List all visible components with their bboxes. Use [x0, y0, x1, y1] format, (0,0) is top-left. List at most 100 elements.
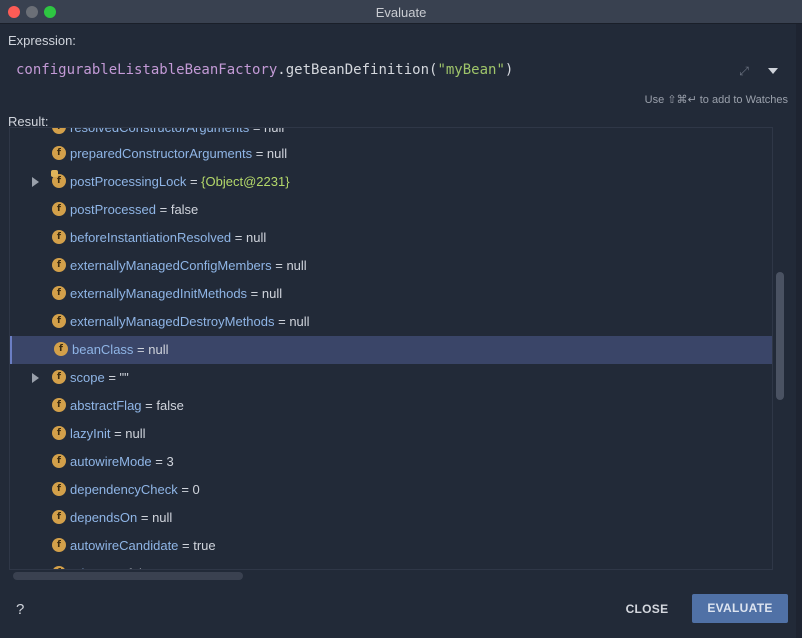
tree-row[interactable]: f externallyManagedInitMethods = null: [10, 280, 772, 308]
field-separator: =: [186, 174, 202, 189]
history-dropdown-icon[interactable]: [766, 64, 780, 78]
field-icon: f: [54, 342, 68, 356]
tree-row[interactable]: f externallyManagedDestroyMethods = null: [10, 308, 772, 336]
field-separator: =: [177, 482, 193, 497]
field-icon: f: [52, 286, 66, 300]
lock-icon: [51, 170, 58, 177]
field-value: null: [125, 426, 146, 441]
expand-arrow-icon[interactable]: [32, 177, 39, 187]
field-name: autowireMode: [70, 454, 152, 469]
expression-label: Expression:: [8, 33, 76, 48]
field-value: null: [266, 146, 288, 161]
field-icon: f: [52, 510, 66, 524]
field-separator: =: [274, 314, 290, 329]
field-name: beforeInstantiationResolved: [70, 230, 232, 245]
field-icon: f: [52, 202, 66, 216]
tree-row[interactable]: f externallyManagedConfigMembers = null: [10, 252, 772, 280]
field-name: beanClass: [72, 342, 134, 357]
field-name: dependsOn: [70, 510, 138, 525]
tree-row-text: externallyManagedDestroyMethods = null: [70, 314, 310, 329]
field-value: null: [148, 342, 169, 357]
field-name: postProcessingLock: [70, 174, 187, 189]
window-title: Evaluate: [375, 5, 427, 20]
tree-row[interactable]: f preparedConstructorArguments = null: [10, 140, 772, 168]
tree-row[interactable]: f abstractFlag = false: [10, 392, 772, 420]
field-separator: =: [178, 538, 194, 553]
field-separator: =: [156, 202, 171, 217]
field-name: primary: [70, 566, 113, 569]
help-icon[interactable]: ?: [16, 601, 24, 618]
field-separator: =: [113, 566, 128, 569]
window-edge: [796, 24, 802, 638]
vertical-scrollbar[interactable]: [776, 272, 784, 400]
field-separator: =: [151, 454, 167, 469]
expression-close-paren: ): [504, 62, 514, 78]
expression-input[interactable]: configurableListableBeanFactory.getBeanD…: [0, 52, 790, 90]
field-icon: f: [52, 314, 66, 328]
field-separator: =: [133, 342, 149, 357]
field-separator: =: [247, 286, 262, 301]
tree-row-text: primary = false: [70, 566, 156, 569]
field-name: scope: [70, 370, 105, 385]
tree-row-text: beforeInstantiationResolved = null: [70, 230, 266, 245]
tree-row-text: scope = "": [70, 370, 129, 385]
dialog-footer: [0, 582, 802, 638]
field-value: null: [289, 314, 310, 329]
tree-row-text: autowireMode = 3: [70, 454, 174, 469]
expression-identifier: configurableListableBeanFactory: [16, 62, 278, 78]
field-value: {Object@2231}: [201, 174, 290, 189]
tree-row[interactable]: f lazyInit = null: [10, 420, 772, 448]
tree-row[interactable]: f autowireMode = 3: [10, 448, 772, 476]
field-name: postProcessed: [70, 202, 156, 217]
expand-arrow-icon[interactable]: [32, 373, 39, 383]
field-name: externallyManagedDestroyMethods: [70, 314, 275, 329]
field-value: false: [128, 566, 155, 569]
field-value: null: [261, 286, 283, 301]
horizontal-scrollbar[interactable]: [13, 572, 243, 580]
field-separator: =: [141, 398, 157, 413]
field-separator: =: [249, 127, 265, 135]
expression-code[interactable]: configurableListableBeanFactory.getBeanD…: [16, 62, 513, 78]
tree-row[interactable]: f dependsOn = null: [10, 504, 772, 532]
field-value: null: [286, 258, 307, 273]
field-icon: f: [52, 566, 66, 569]
tree-row-text: autowireCandidate = true: [70, 538, 216, 553]
tree-row-partial[interactable]: f primary = false: [10, 560, 772, 569]
field-name: autowireCandidate: [70, 538, 179, 553]
tree-row-text: resolvedConstructorArguments = null: [70, 127, 285, 135]
field-icon: f: [52, 538, 66, 552]
field-value: null: [152, 510, 173, 525]
field-separator: =: [252, 146, 267, 161]
field-separator: =: [137, 510, 153, 525]
tree-row[interactable]: f postProcessed = false: [10, 196, 772, 224]
field-value: 0: [192, 482, 200, 497]
field-name: dependencyCheck: [70, 482, 178, 497]
field-icon: f: [52, 230, 66, 244]
field-name: resolvedConstructorArguments: [70, 127, 250, 135]
field-value: null: [264, 127, 285, 135]
close-button[interactable]: CLOSE: [614, 596, 680, 622]
tree-row[interactable]: f postProcessingLock = {Object@2231}: [10, 168, 772, 196]
field-icon: f: [52, 370, 66, 384]
expand-editor-icon[interactable]: ⤢: [737, 64, 751, 78]
tree-row[interactable]: f beforeInstantiationResolved = null: [10, 224, 772, 252]
expression-argument: "myBean": [437, 62, 505, 78]
evaluate-button[interactable]: EVALUATE: [692, 594, 788, 623]
tree-row[interactable]: f autowireCandidate = true: [10, 532, 772, 560]
watches-hint: Use ⇧⌘↵ to add to Watches: [644, 94, 788, 106]
field-icon: f: [52, 482, 66, 496]
tree-row-text: abstractFlag = false: [70, 398, 184, 413]
tree-row-text: externallyManagedInitMethods = null: [70, 286, 282, 301]
tree-row-text: postProcessed = false: [70, 202, 198, 217]
result-tree[interactable]: f resolvedConstructorArguments = null f pre…: [9, 127, 773, 570]
field-value: null: [246, 230, 267, 245]
field-name: abstractFlag: [70, 398, 142, 413]
tree-row-text: beanClass = null: [72, 342, 169, 357]
tree-row[interactable]: f dependencyCheck = 0: [10, 476, 772, 504]
field-icon: f: [52, 398, 66, 412]
field-separator: =: [110, 426, 126, 441]
tree-row[interactable]: f beanClass = null: [10, 336, 772, 364]
tree-row[interactable]: f scope = "": [10, 364, 772, 392]
tree-row-text: postProcessingLock = {Object@2231}: [70, 174, 290, 189]
field-icon: f: [52, 128, 66, 134]
